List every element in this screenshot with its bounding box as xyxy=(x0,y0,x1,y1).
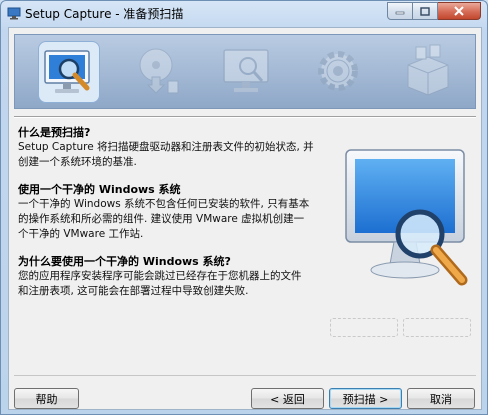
disabled-placeholder-button xyxy=(403,318,471,337)
step-postscan xyxy=(218,41,280,103)
window-title: Setup Capture - 准备预扫描 xyxy=(25,7,184,21)
window-controls xyxy=(387,2,481,20)
app-icon xyxy=(7,7,21,20)
back-button[interactable]: < 返回 xyxy=(251,388,324,409)
help-button[interactable]: 帮助 xyxy=(14,388,79,409)
minimize-icon xyxy=(395,11,405,15)
section-text-line: 的操作系统和所必需的组件. 建议使用 VMware 虚拟机创建一 xyxy=(18,213,305,225)
section-text-line: Setup Capture 将扫描硬盘驱动器和注册表文件的初始状态, 并 xyxy=(18,141,314,153)
disabled-placeholder-button xyxy=(330,318,398,337)
section-text-line: 创建一个系统环境的基准. xyxy=(18,156,137,168)
cancel-button-label: 取消 xyxy=(430,392,452,406)
back-button-label: < 返回 xyxy=(270,392,305,406)
wizard-content: 什么是预扫描? Setup Capture 将扫描硬盘驱动器和注册表文件的初始状… xyxy=(8,27,482,410)
section-what-is-prescan: 什么是预扫描? Setup Capture 将扫描硬盘驱动器和注册表文件的初始状… xyxy=(18,125,318,170)
step-prescan xyxy=(38,41,100,103)
prescan-button-label: 预扫描 > xyxy=(342,392,389,406)
help-button-label: 帮助 xyxy=(35,392,58,406)
footer-divider xyxy=(14,375,476,376)
section-heading: 为什么要使用一个干净的 Windows 系统? xyxy=(18,255,231,268)
package-icon xyxy=(407,44,449,96)
disc-install-icon xyxy=(139,48,179,94)
monitor-search-icon xyxy=(345,149,468,286)
section-heading: 什么是预扫描? xyxy=(18,126,91,139)
section-heading: 使用一个干净的 Windows 系统 xyxy=(18,183,181,196)
section-text-line: 个干净的 VMware 工作站. xyxy=(18,228,144,240)
minimize-button[interactable] xyxy=(387,2,413,20)
prescan-button[interactable]: 预扫描 > xyxy=(329,388,402,409)
maximize-icon xyxy=(420,6,430,16)
close-button[interactable] xyxy=(438,2,481,20)
prescan-illustration xyxy=(342,146,477,306)
header-divider xyxy=(14,116,476,118)
cancel-button[interactable]: 取消 xyxy=(407,388,475,409)
monitor-icon xyxy=(223,49,269,92)
step-configure xyxy=(308,41,370,103)
section-text-line: 和注册表项, 这可能会在部署过程中导致创建失败. xyxy=(18,285,249,297)
section-text-line: 一个干净的 Windows 系统不包含任何已安装的软件, 只有基本 xyxy=(18,198,310,210)
section-text-line: 您的应用程序安装程序可能会跳过已经存在于您机器上的文件 xyxy=(18,270,302,282)
setup-capture-window: Setup Capture - 准备预扫描 什么是预扫描? Setup Capt… xyxy=(0,0,488,415)
maximize-button[interactable] xyxy=(413,2,438,20)
gear-icon xyxy=(318,51,358,91)
section-why-clean: 为什么要使用一个干净的 Windows 系统? 您的应用程序安装程序可能会跳过已… xyxy=(18,254,318,299)
section-clean-windows: 使用一个干净的 Windows 系统 一个干净的 Windows 系统不包含任何… xyxy=(18,182,318,242)
step-install xyxy=(128,41,190,103)
wizard-steps-banner xyxy=(14,34,476,109)
title-bar[interactable]: Setup Capture - 准备预扫描 xyxy=(1,1,487,25)
monitor-search-icon xyxy=(44,50,90,93)
close-icon xyxy=(454,6,464,16)
step-package xyxy=(398,41,460,103)
